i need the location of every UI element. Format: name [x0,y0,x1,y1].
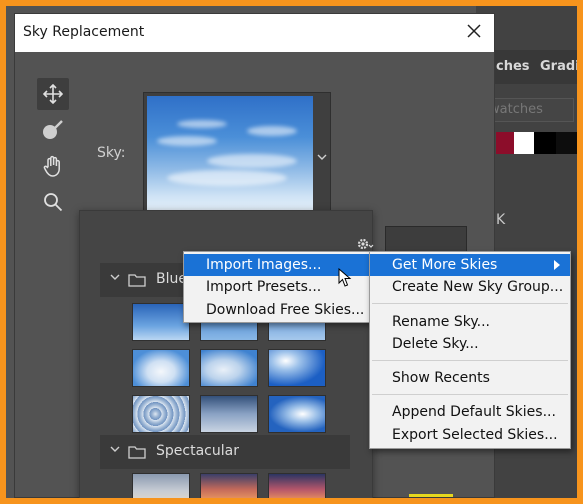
dialog-titlebar: Sky Replacement [15,14,494,52]
mouse-cursor-icon [338,267,352,292]
sky-thumb[interactable] [268,395,326,433]
menu-item-append-default-skies[interactable]: Append Default Skies... [370,401,570,423]
folder-icon [128,445,146,463]
sky-thumb[interactable] [200,395,258,433]
chevron-down-icon[interactable] [110,271,120,284]
menu-separator [372,394,568,395]
sky-options-menu: Get More Skies Create New Sky Group... R… [369,251,571,449]
sky-brush-icon[interactable] [37,114,69,146]
menu-item-label: Get More Skies [392,257,498,273]
move-tool-icon[interactable] [37,78,69,110]
group-name: Spectacular [156,443,239,459]
menu-item-show-recents[interactable]: Show Recents [370,367,570,389]
accent-line [409,494,453,497]
menu-separator [372,360,568,361]
menu-item-rename-sky[interactable]: Rename Sky... [370,311,570,333]
menu-separator [372,303,568,304]
menu-item-create-new-sky-group[interactable]: Create New Sky Group... [370,276,570,298]
swatches-search-input[interactable]: watches [482,98,574,122]
settings-field[interactable] [385,226,467,252]
sky-thumbnail [147,96,313,214]
dialog-title: Sky Replacement [23,24,145,40]
folder-icon [128,273,146,291]
swatch-4[interactable] [556,132,577,154]
zoom-icon[interactable] [37,186,69,218]
panel-letter: K [496,212,506,228]
menu-item-get-more-skies[interactable]: Get More Skies [370,254,570,276]
menu-item-export-selected-skies[interactable]: Export Selected Skies... [370,424,570,446]
sky-thumb[interactable] [268,473,326,498]
sky-label: Sky: [97,145,126,161]
close-icon[interactable] [466,22,482,42]
sky-thumb[interactable] [200,473,258,498]
tab-swatches[interactable]: ches [496,59,530,74]
sky-thumb[interactable] [200,349,258,387]
tab-gradients[interactable]: Gradie [540,59,577,74]
menu-item-delete-sky[interactable]: Delete Sky... [370,333,570,355]
swatch-3[interactable] [534,132,556,154]
chevron-down-icon[interactable] [110,443,120,456]
sky-thumb[interactable] [132,349,190,387]
sky-preset-dropdown[interactable] [143,92,331,220]
app-window: ches Gradie watches K Sky Replacement [6,6,577,498]
sky-thumb[interactable] [132,395,190,433]
sky-group-spectacular[interactable]: Spectacular [100,435,350,469]
hand-icon[interactable] [37,150,69,182]
swatch-2[interactable] [514,132,536,154]
sky-thumb[interactable] [268,349,326,387]
sky-thumb[interactable] [132,303,190,341]
chevron-right-icon [554,260,560,270]
menu-item-download-free-skies[interactable]: Download Free Skies... [184,299,370,321]
chevron-down-icon[interactable] [317,151,327,164]
sky-thumb[interactable] [132,473,190,498]
